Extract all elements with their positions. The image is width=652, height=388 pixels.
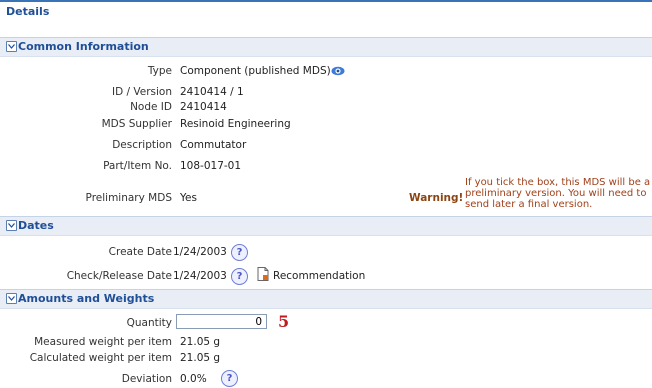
deviation-value: 0.0% — [180, 373, 207, 385]
node-id-value: 2410414 — [180, 101, 227, 113]
quantity-label: Quantity — [126, 317, 172, 329]
recommendation-link[interactable]: Recommendation — [273, 270, 365, 282]
preliminary-mds-value: Yes — [180, 192, 197, 204]
part-item-label: Part/Item No. — [103, 160, 172, 172]
description-label: Description — [112, 139, 172, 151]
deviation-label: Deviation — [121, 373, 172, 385]
calculated-weight-value: 21.05 g — [180, 352, 221, 364]
help-icon[interactable]: ? — [221, 370, 238, 387]
node-id-label: Node ID — [130, 101, 172, 113]
help-icon[interactable]: ? — [231, 268, 248, 285]
id-version-value: 2410414 / 1 — [180, 86, 244, 98]
chevron-down-icon[interactable] — [6, 41, 17, 52]
create-date-value: 1/24/2003 — [173, 246, 227, 258]
warning-text: If you tick the box, this MDS will be a … — [465, 177, 650, 210]
part-item-value: 108-017-01 — [180, 160, 242, 172]
chevron-down-icon[interactable] — [6, 293, 17, 304]
details-panel: Details Common Information Type Componen… — [0, 0, 652, 388]
quantity-input[interactable] — [176, 314, 267, 329]
preliminary-mds-label: Preliminary MDS — [85, 192, 172, 204]
section-title-dates: Dates — [18, 219, 54, 232]
eye-icon[interactable] — [331, 66, 345, 76]
calculated-weight-label: Calculated weight per item — [29, 352, 172, 364]
warning-line: preliminary version. You will need to — [465, 188, 647, 199]
section-title-amounts: Amounts and Weights — [18, 292, 155, 305]
help-icon[interactable]: ? — [231, 244, 248, 261]
section-header-common[interactable]: Common Information — [0, 37, 652, 57]
section-title-common: Common Information — [18, 40, 149, 53]
measured-weight-value: 21.05 g — [180, 336, 221, 348]
id-version-label: ID / Version — [111, 86, 172, 98]
type-value: Component (published MDS) — [180, 65, 331, 77]
panel-title: Details — [6, 5, 50, 18]
chevron-down-icon[interactable] — [6, 220, 17, 231]
description-value: Commutator — [180, 139, 247, 151]
mds-supplier-label: MDS Supplier — [101, 118, 172, 130]
panel-top-border — [0, 0, 652, 2]
create-date-label: Create Date — [108, 246, 172, 258]
warning-label: Warning! — [409, 192, 464, 204]
section-header-amounts[interactable]: Amounts and Weights — [0, 289, 652, 309]
type-label: Type — [147, 65, 172, 77]
release-date-label: Check/Release Date — [66, 270, 172, 282]
measured-weight-label: Measured weight per item — [34, 336, 172, 348]
warning-line: send later a final version. — [465, 199, 593, 210]
mds-supplier-value: Resinoid Engineering — [180, 118, 291, 130]
warning-line: If you tick the box, this MDS will be a — [465, 177, 651, 188]
section-header-dates[interactable]: Dates — [0, 216, 652, 236]
document-icon[interactable] — [257, 267, 269, 281]
annotation-number: 5 — [278, 312, 290, 331]
release-date-value: 1/24/2003 — [173, 270, 227, 282]
